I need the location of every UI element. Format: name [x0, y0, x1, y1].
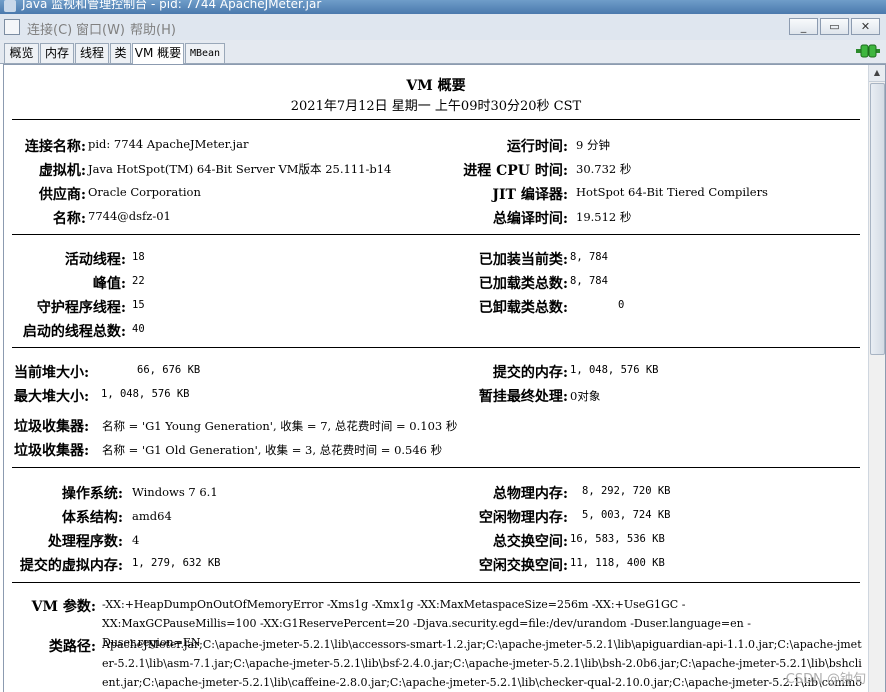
free-physical-memory-label: 空闲物理内存:: [478, 510, 568, 526]
jit-value: HotSpot 64-Bit Tiered Compilers: [576, 185, 768, 199]
page-title: VM 概要: [406, 78, 466, 94]
peak-threads-value: 22: [132, 275, 145, 287]
total-swap-label: 总交换空间:: [492, 534, 568, 550]
tab-classes[interactable]: 类: [110, 43, 131, 63]
vendor-label: 供应商:: [38, 187, 86, 203]
total-swap-value: 16, 583, 536 KB: [570, 533, 665, 545]
vendor-value: Oracle Corporation: [88, 185, 201, 199]
unloaded-classes-label: 已卸载类总数:: [478, 300, 568, 316]
watermark: CSDN @钟旬: [785, 672, 866, 687]
vm-label: 虚拟机:: [38, 163, 86, 179]
pending-finalization-value: 0对象: [570, 389, 601, 403]
committed-virtual-memory-value: 1, 279, 632 KB: [132, 557, 221, 569]
classpath-label: 类路径:: [48, 639, 96, 655]
live-threads-value: 18: [132, 251, 145, 263]
summary-datetime: 2021年7月12日 星期一 上午09时30分20秒 CST: [290, 99, 582, 114]
window-title-bar[interactable]: Java 监视和管理控制台 - pid: 7744 ApacheJMeter.j…: [0, 0, 886, 14]
menu-connection[interactable]: 连接(C): [27, 19, 72, 38]
free-physical-memory-value: 5, 003, 724 KB: [582, 509, 671, 521]
vm-value: Java HotSpot(TM) 64-Bit Server VM版本 25.1…: [88, 162, 392, 176]
tab-threads[interactable]: 线程: [75, 43, 109, 63]
free-swap-value: 11, 118, 400 KB: [570, 557, 665, 569]
pending-finalization-label: 暂挂最终处理:: [478, 389, 568, 405]
os-value: Windows 7 6.1: [132, 485, 218, 499]
current-heap-value: 66, 676 KB: [137, 364, 201, 376]
scroll-up-arrow-icon[interactable]: ▲: [869, 65, 885, 82]
daemon-threads-label: 守护程序线程:: [36, 300, 126, 316]
menu-help[interactable]: 帮助(H): [130, 19, 176, 38]
max-heap-label: 最大堆大小:: [14, 389, 90, 405]
minimize-button[interactable]: _: [789, 18, 818, 35]
max-heap-value: 1, 048, 576 KB: [101, 388, 190, 400]
started-threads-value: 40: [132, 323, 145, 335]
gc-young-label: 垃圾收集器:: [14, 419, 90, 435]
tab-vm-summary[interactable]: VM 概要: [132, 43, 184, 64]
os-label: 操作系统:: [61, 486, 123, 502]
started-threads-label: 启动的线程总数:: [22, 324, 126, 340]
total-loaded-label: 已加载类总数:: [478, 276, 568, 292]
document-icon: [4, 19, 20, 35]
window-title: Java 监视和管理控制台 - pid: 7744 ApacheJMeter.j…: [22, 0, 322, 11]
loaded-classes-label: 已加装当前类:: [478, 252, 568, 268]
total-physical-memory-label: 总物理内存:: [492, 486, 568, 502]
free-swap-label: 空闲交换空间:: [478, 558, 568, 574]
divider: [12, 467, 860, 468]
tab-memory[interactable]: 内存: [40, 43, 74, 63]
cpu-time-label: 进程 CPU 时间:: [463, 163, 568, 179]
close-button[interactable]: ✕: [851, 18, 880, 35]
arch-value: amd64: [132, 509, 172, 523]
divider: [12, 119, 860, 120]
divider: [12, 234, 860, 235]
compile-time-value: 19.512 秒: [576, 210, 632, 224]
java-app-icon: [4, 0, 16, 12]
compile-time-label: 总编译时间:: [492, 211, 568, 227]
processors-value: 4: [132, 533, 140, 547]
name-label: 名称:: [52, 211, 86, 227]
gc-young-value: 名称 = 'G1 Young Generation', 收集 = 7, 总花费时…: [102, 419, 458, 433]
restore-button[interactable]: ▭: [820, 18, 849, 35]
processors-label: 处理程序数:: [47, 534, 123, 550]
total-physical-memory-value: 8, 292, 720 KB: [582, 485, 671, 497]
tab-overview[interactable]: 概览: [4, 43, 39, 63]
committed-memory-value: 1, 048, 576 KB: [570, 364, 659, 376]
committed-memory-label: 提交的内存:: [492, 365, 568, 381]
gc-old-label: 垃圾收集器:: [14, 443, 90, 459]
peak-threads-label: 峰值:: [92, 276, 126, 292]
tab-mbean[interactable]: MBean: [185, 43, 225, 63]
current-heap-label: 当前堆大小:: [14, 365, 90, 381]
connection-status-icon: [856, 44, 880, 58]
vertical-scrollbar[interactable]: ▲: [868, 65, 885, 692]
menu-window[interactable]: 窗口(W): [76, 19, 125, 38]
scrollbar-thumb[interactable]: [870, 83, 885, 355]
divider: [12, 347, 860, 348]
uptime-label: 运行时间:: [506, 139, 568, 155]
jit-label: JIT 编译器:: [492, 187, 568, 203]
connection-value: pid: 7744 ApacheJMeter.jar: [88, 137, 249, 151]
uptime-value: 9 分钟: [576, 138, 610, 152]
menu-bar: 连接(C) 窗口(W) 帮助(H) _ ▭ ✕: [0, 14, 886, 41]
gc-old-value: 名称 = 'G1 Old Generation', 收集 = 3, 总花费时间 …: [102, 443, 443, 457]
vm-summary-panel[interactable]: VM 概要 2021年7月12日 星期一 上午09时30分20秒 CST 连接名…: [3, 64, 886, 692]
daemon-threads-value: 15: [132, 299, 145, 311]
classpath-value: ApacheJMeter.jar;C:\apache-jmeter-5.2.1\…: [102, 638, 862, 689]
name-value: 7744@dsfz-01: [88, 209, 171, 223]
arch-label: 体系结构:: [61, 510, 123, 526]
cpu-time-value: 30.732 秒: [576, 162, 632, 176]
divider: [12, 582, 860, 583]
total-loaded-value: 8, 784: [570, 275, 608, 287]
committed-virtual-memory-label: 提交的虚拟内存:: [19, 558, 123, 574]
tab-bar: 概览 内存 线程 类 VM 概要 MBean: [0, 40, 886, 64]
live-threads-label: 活动线程:: [64, 252, 126, 268]
vm-arguments-label: VM 参数:: [31, 599, 96, 615]
loaded-classes-value: 8, 784: [570, 251, 608, 263]
connection-label: 连接名称:: [24, 139, 86, 155]
unloaded-classes-value: 0: [618, 299, 625, 311]
vm-summary-content: VM 概要 2021年7月12日 星期一 上午09时30分20秒 CST 连接名…: [4, 65, 868, 692]
